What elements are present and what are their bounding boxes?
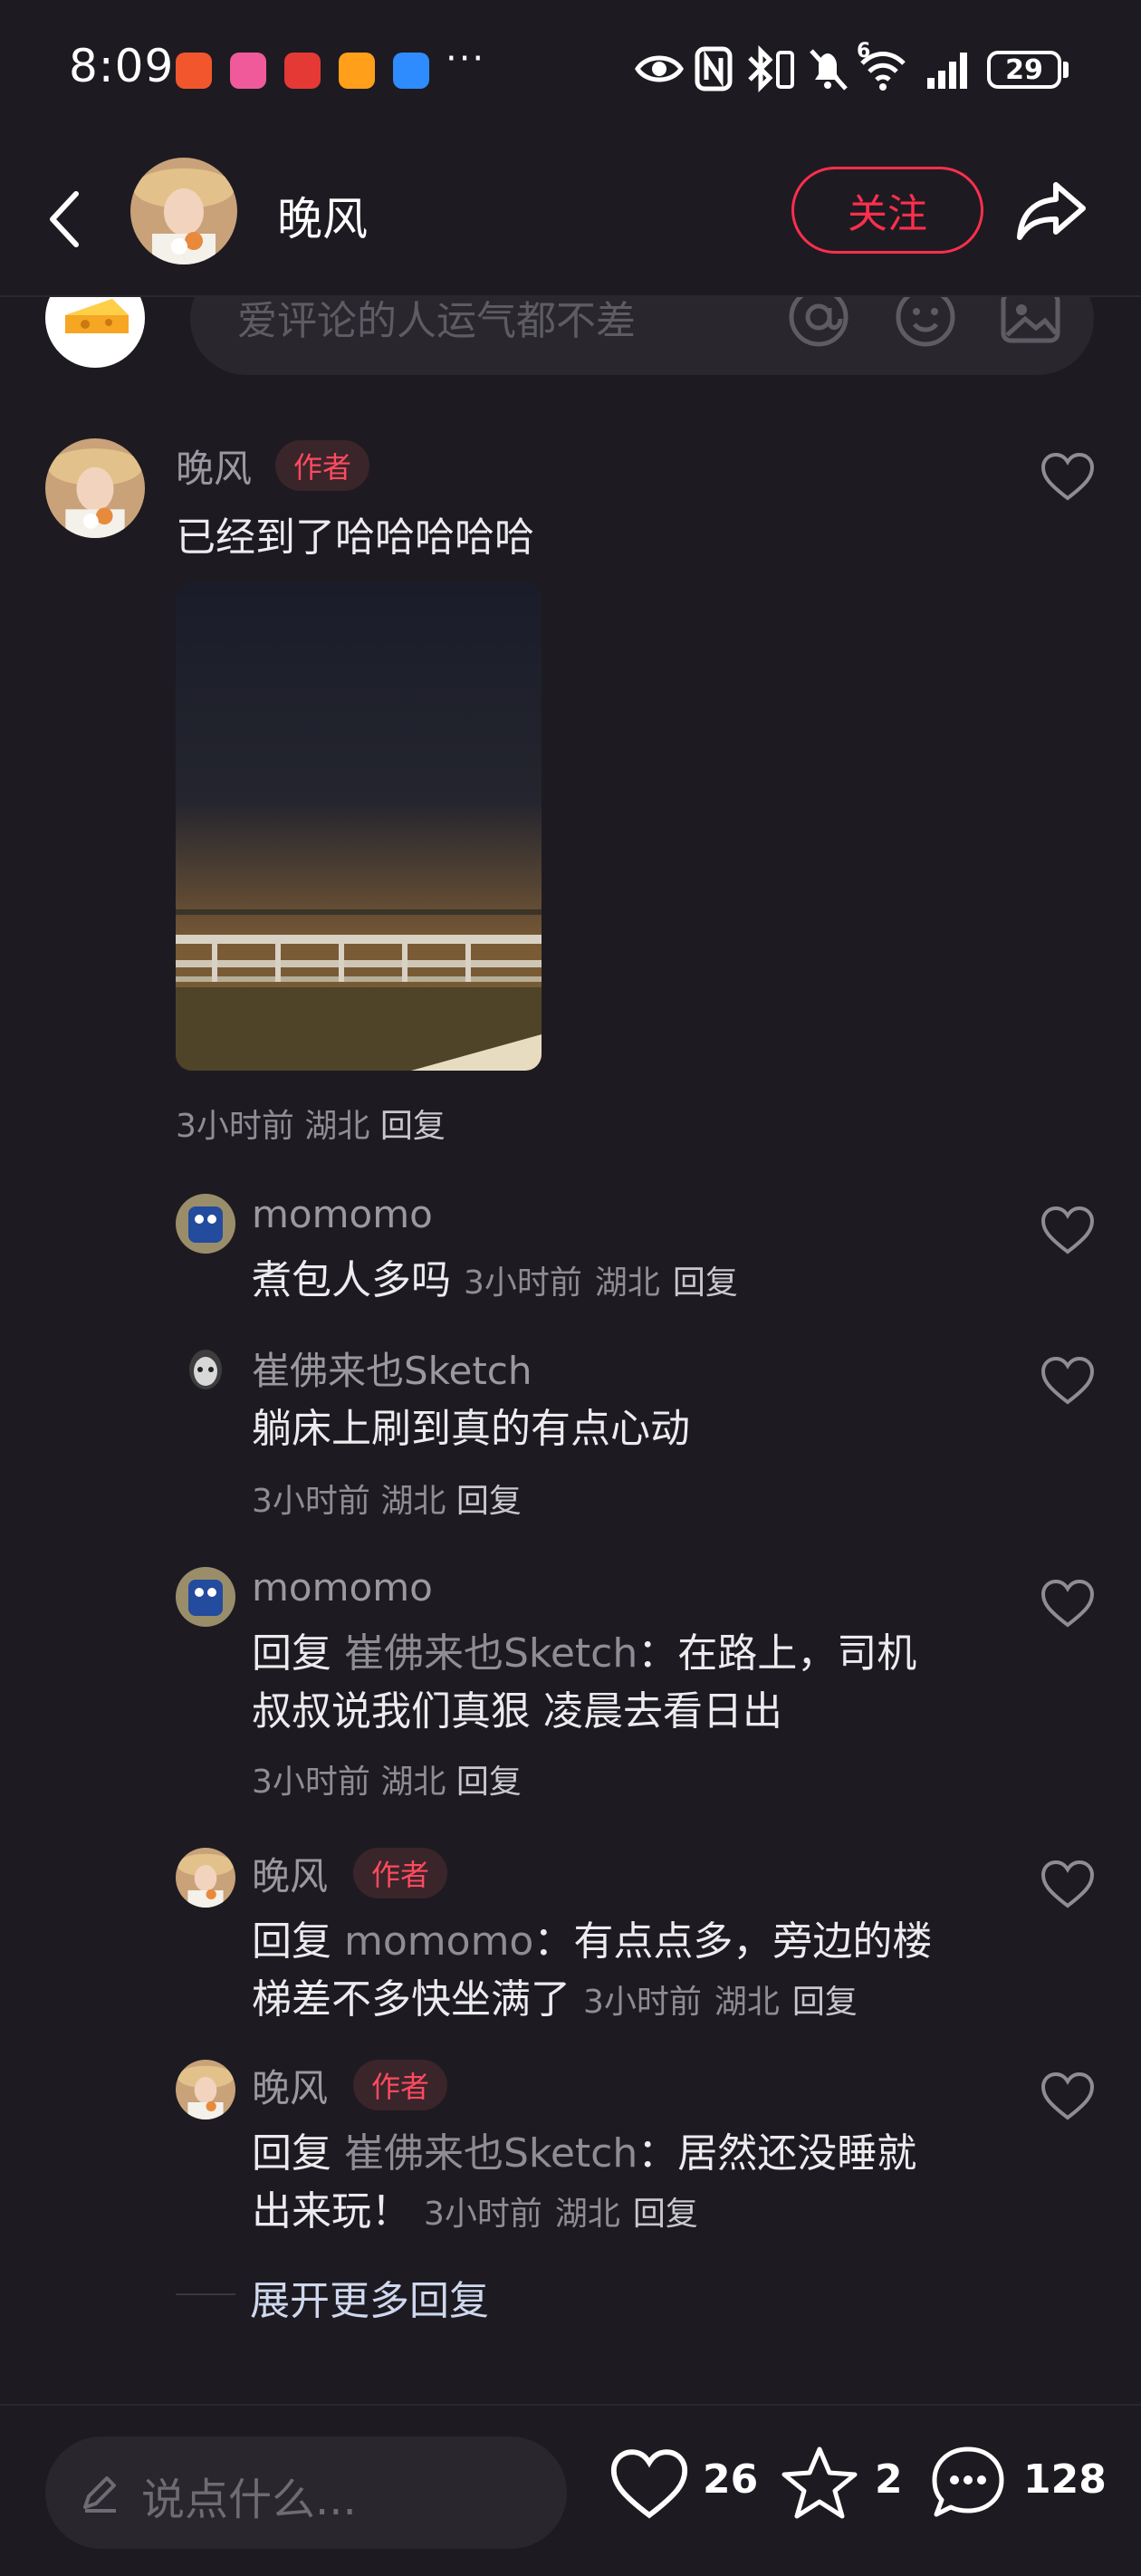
like-heart-icon[interactable]: [1040, 1355, 1096, 1406]
app-notification-icon: [339, 53, 375, 89]
like-heart-icon[interactable]: [1040, 1205, 1096, 1255]
comment-photo[interactable]: [176, 582, 542, 1071]
author-badge: 作者: [275, 440, 370, 491]
reply-link[interactable]: 回复: [792, 1984, 858, 2021]
reply-time: 3小时前: [252, 1764, 370, 1801]
reply-location: 湖北: [714, 1984, 780, 2021]
reply-author-name[interactable]: momomo: [252, 1565, 433, 1610]
reply-prefix: 回复: [252, 1630, 331, 1677]
like-heart-icon[interactable]: [1040, 1578, 1096, 1629]
like-heart-icon[interactable]: [1040, 1859, 1096, 1909]
reply-location: 湖北: [380, 1483, 446, 1520]
reply-time: 3小时前: [252, 1483, 370, 1520]
reply-mention[interactable]: momomo: [344, 1918, 533, 1965]
follow-button[interactable]: 关注: [791, 167, 983, 254]
expand-more-replies[interactable]: 展开更多回复: [250, 2268, 489, 2326]
reply-time: 3小时前: [464, 1264, 582, 1302]
reply-body-line1: ：居然还没睡就: [638, 2130, 917, 2177]
reply-text: 回复 崔佛来也Sketch：居然还没睡就 出来玩！ 3小时前 湖北 回复: [252, 2125, 994, 2244]
expand-divider: [176, 2293, 235, 2295]
pencil-icon: [83, 2476, 116, 2513]
reply-location: 湖北: [554, 2196, 620, 2233]
reply-prefix: 回复: [252, 2130, 331, 2177]
reply-avatar[interactable]: [176, 1567, 235, 1627]
reply-avatar[interactable]: [176, 1342, 235, 1402]
back-arrow-icon[interactable]: [36, 183, 100, 255]
like-heart-icon[interactable]: [1040, 2071, 1096, 2121]
battery-icon: 29: [987, 51, 1061, 89]
huawei-notification-icon: [284, 53, 321, 89]
reply-body-line2: 出来玩！: [252, 2188, 411, 2235]
status-time: 8:09: [69, 40, 175, 92]
reply-text: 回复 崔佛来也Sketch：在路上，司机 叔叔说我们真狠 凌晨去看日出: [252, 1625, 994, 1741]
comment-author-name[interactable]: 晚风: [176, 438, 252, 494]
more-notifications-icon: ···: [446, 38, 486, 80]
reply-body: 煮包人多吗: [252, 1257, 451, 1303]
reply-meta: 3小时前 湖北 回复: [252, 1755, 522, 1802]
comment-text: 已经到了哈哈哈哈哈: [176, 514, 534, 561]
reply-author-name[interactable]: 晚风: [252, 2058, 328, 2113]
reply-mention[interactable]: 崔佛来也Sketch: [344, 1630, 638, 1677]
author-badge: 作者: [353, 1848, 448, 1898]
commenter-avatar[interactable]: [45, 438, 145, 538]
app-notification-icon: [176, 53, 212, 89]
reply-body-line2: 梯差不多快坐满了: [252, 1976, 570, 2023]
reply-prefix: 回复: [252, 1918, 331, 1965]
wifi-icon: [860, 52, 906, 91]
reply-avatar[interactable]: [176, 2060, 235, 2119]
reply-text: 躺床上刷到真的有点心动: [252, 1406, 690, 1452]
say-something-placeholder: 说点什么...: [141, 2475, 357, 2525]
reply-avatar[interactable]: [176, 1848, 235, 1908]
eye-icon: [635, 55, 684, 82]
reply-link[interactable]: 回复: [380, 1108, 446, 1145]
like-heart-icon[interactable]: [609, 2446, 690, 2522]
author-name-title[interactable]: 晚风: [277, 183, 368, 248]
reply-meta: 3小时前 湖北 回复: [252, 1475, 522, 1522]
reply-text: 煮包人多吗 3小时前 湖北 回复: [252, 1252, 738, 1312]
like-count: 26: [703, 2456, 759, 2503]
reply-time: 3小时前: [583, 1984, 702, 2021]
like-heart-icon[interactable]: [1040, 451, 1096, 502]
reply-author-name[interactable]: momomo: [252, 1192, 433, 1236]
mute-bell-icon: [810, 49, 848, 91]
reply-text: 回复 momomo：有点点多，旁边的楼 梯差不多快坐满了 3小时前 湖北 回复: [252, 1913, 994, 2032]
reply-time: 3小时前: [424, 2196, 542, 2233]
reply-link[interactable]: 回复: [633, 2196, 698, 2233]
say-something-input[interactable]: 说点什么...: [45, 2437, 567, 2549]
comment-time: 3小时前: [176, 1108, 294, 1145]
reply-body-line2: 叔叔说我们真狠 凌晨去看日出: [252, 1688, 782, 1735]
comment-count: 128: [1023, 2456, 1107, 2503]
header: 晚风 关注: [0, 145, 1141, 297]
reply-location: 湖北: [594, 1264, 660, 1302]
reply-mention[interactable]: 崔佛来也Sketch: [344, 2130, 638, 2177]
reply-author-name[interactable]: 崔佛来也Sketch: [252, 1341, 532, 1396]
status-bar: 8:09 ··· 6 29: [0, 0, 1141, 145]
nfc-icon: [695, 46, 733, 91]
message-notification-icon: [393, 53, 429, 89]
reply-link[interactable]: 回复: [456, 1483, 522, 1520]
bluetooth-icon: [748, 44, 773, 93]
signal-icon: [927, 53, 967, 89]
author-badge: 作者: [353, 2060, 448, 2110]
comment-location: 湖北: [304, 1108, 370, 1145]
reply-link[interactable]: 回复: [456, 1764, 522, 1801]
share-icon[interactable]: [1014, 172, 1090, 248]
bottom-bar: 说点什么... 26 2 128: [0, 2404, 1141, 2576]
reply-location: 湖北: [380, 1764, 446, 1801]
reply-body-line1: ：在路上，司机: [638, 1630, 917, 1677]
battery-level: 29: [1005, 53, 1043, 86]
reply-avatar[interactable]: [176, 1194, 235, 1254]
author-avatar[interactable]: [130, 158, 237, 264]
bilibili-notification-icon: [230, 53, 266, 89]
reply-body-line1: ：有点点多，旁边的楼: [533, 1918, 933, 1965]
comment-bubble-icon[interactable]: [927, 2442, 1009, 2523]
battery-tip: [1063, 62, 1069, 78]
reply-author-name[interactable]: 晚风: [252, 1846, 328, 1901]
reply-link[interactable]: 回复: [673, 1264, 738, 1302]
battery-saver-icon: [776, 51, 794, 89]
comment-meta: 3小时前 湖北 回复: [176, 1100, 446, 1147]
favorite-count: 2: [875, 2456, 903, 2503]
star-favorite-icon[interactable]: [779, 2444, 860, 2523]
